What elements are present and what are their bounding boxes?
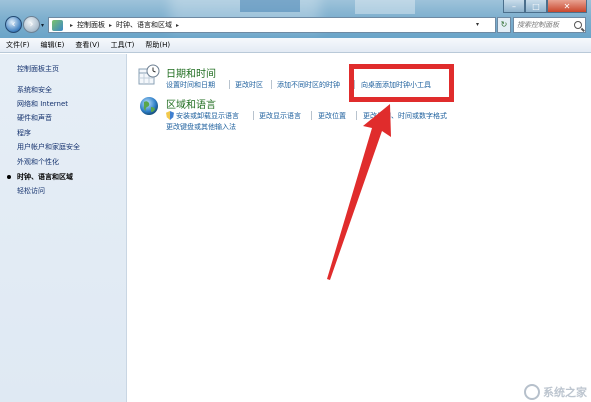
watermark-text: 系统之家 — [543, 386, 587, 399]
annotation-arrow — [327, 104, 391, 280]
watermark-logo-icon — [524, 384, 540, 400]
watermark: 系统之家 — [524, 384, 587, 400]
